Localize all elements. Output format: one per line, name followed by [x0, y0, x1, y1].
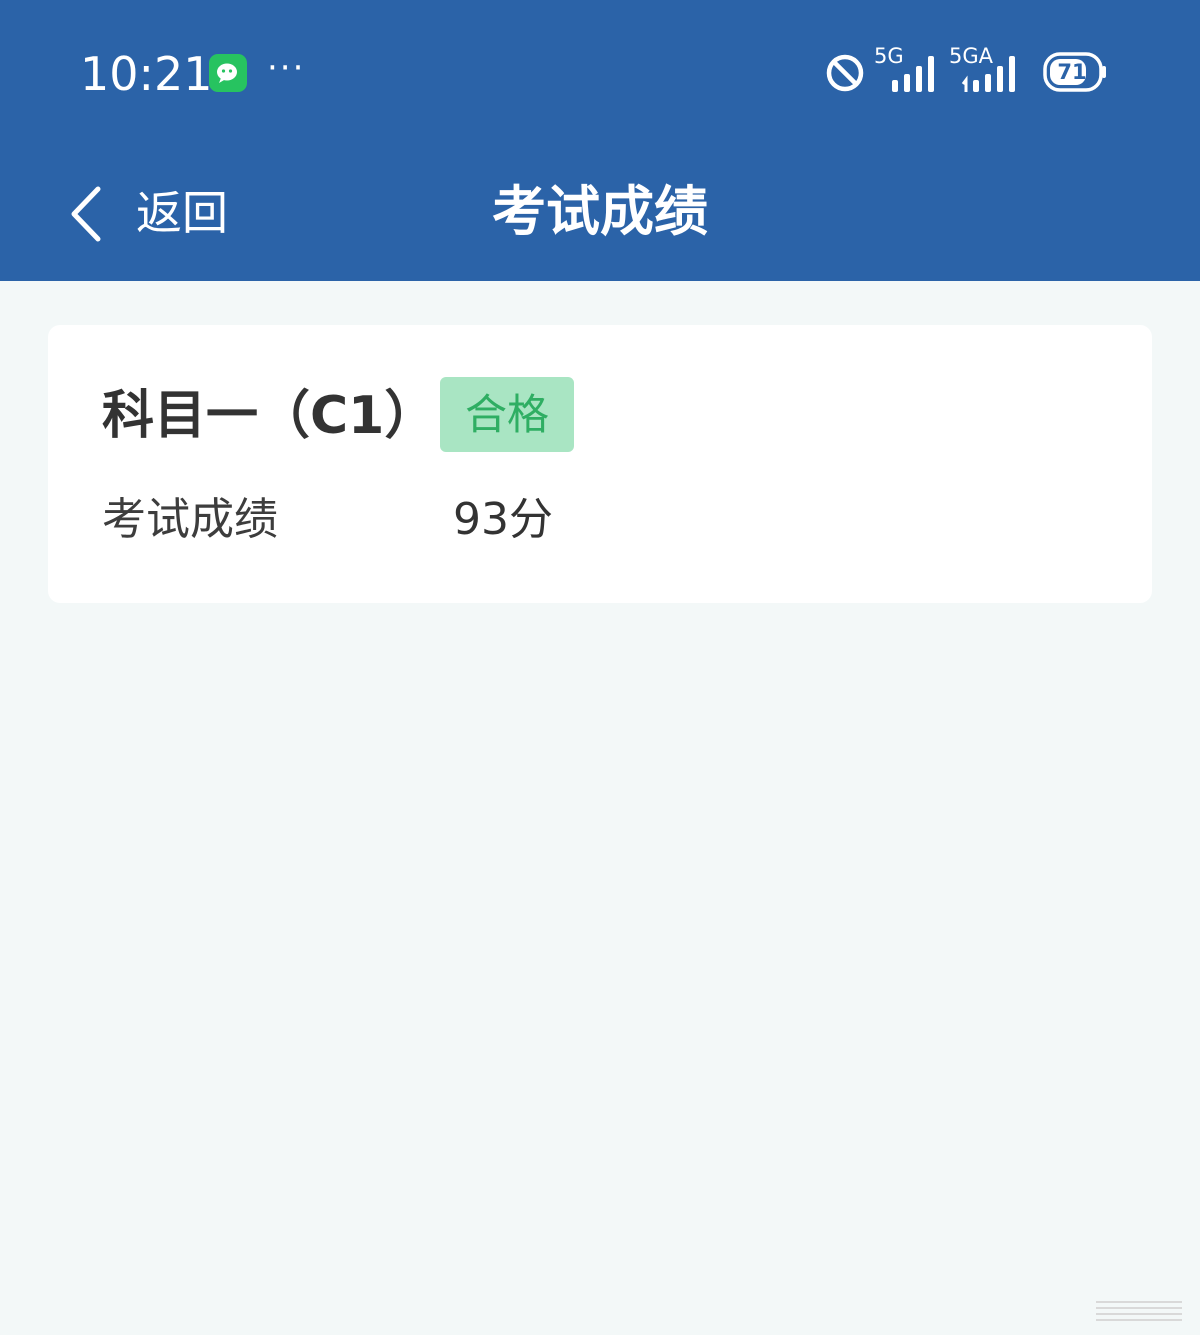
page-title: 考试成绩 — [492, 180, 708, 243]
status-badge: 合格 — [440, 377, 574, 452]
score-value: 93分 — [453, 494, 553, 545]
more-notifications-icon: ··· — [267, 48, 306, 88]
signal-5ga: 5GA — [949, 44, 1029, 94]
signal-bars-icon — [892, 56, 934, 92]
status-time: 10:21 — [80, 47, 213, 101]
subject-title: 科目一（C1） — [102, 386, 437, 446]
score-label: 考试成绩 — [102, 494, 278, 545]
exam-result-card: 科目一（C1） 合格 考试成绩 93分 — [48, 325, 1152, 603]
navigation-bar: 返回 考试成绩 — [0, 145, 1200, 281]
signal-5g: 5G — [874, 44, 944, 94]
do-not-disturb-icon — [825, 53, 865, 93]
wechat-icon — [209, 54, 247, 92]
watermark-icon — [1096, 1301, 1182, 1321]
battery-level: 71 — [1057, 60, 1087, 84]
signal-bars-icon — [961, 56, 1015, 92]
battery-indicator: 71 — [1043, 52, 1107, 92]
app-header: 10:21 ··· 5G 5GA 71 返回 考试成绩 — [0, 0, 1200, 281]
status-bar: 10:21 ··· 5G 5GA 71 — [0, 0, 1200, 145]
